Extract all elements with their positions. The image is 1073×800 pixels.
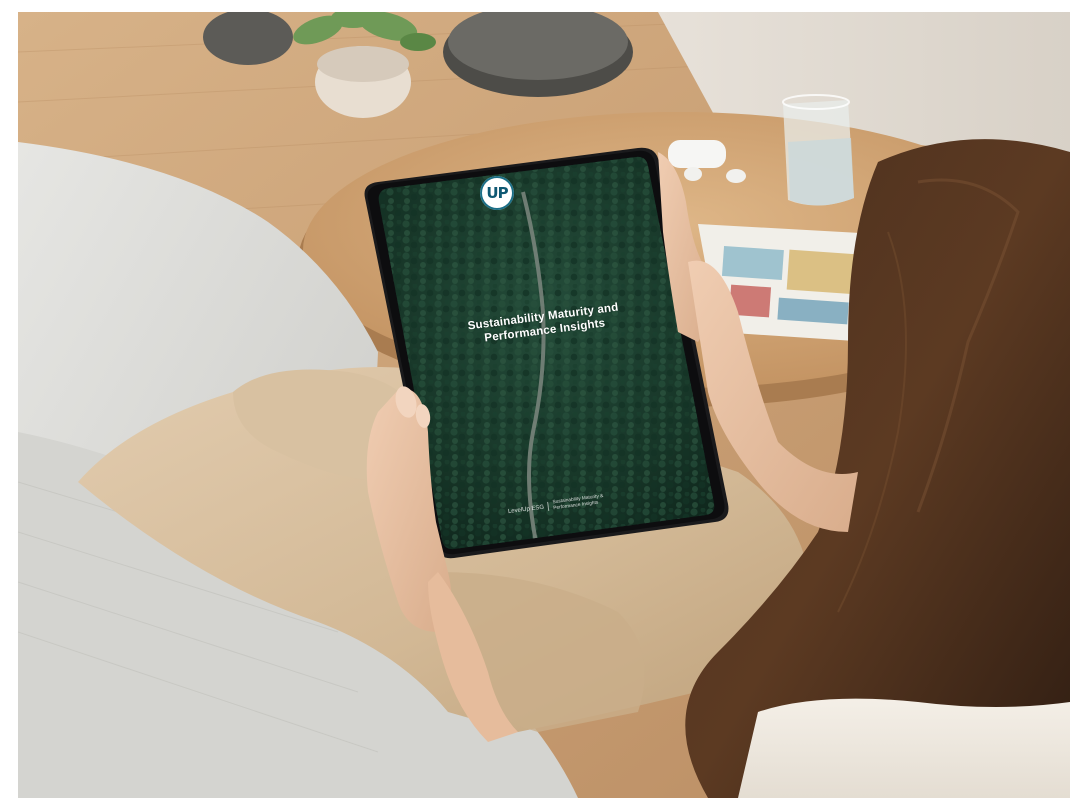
room-scene (18, 12, 1070, 798)
footer-divider (547, 501, 550, 511)
lifestyle-photo: UP Sustainability Maturity and Performan… (18, 12, 1070, 798)
brand-logo: UP (480, 176, 514, 210)
photo-frame: UP Sustainability Maturity and Performan… (0, 0, 1073, 800)
logo-mark-text: UP (486, 184, 508, 202)
